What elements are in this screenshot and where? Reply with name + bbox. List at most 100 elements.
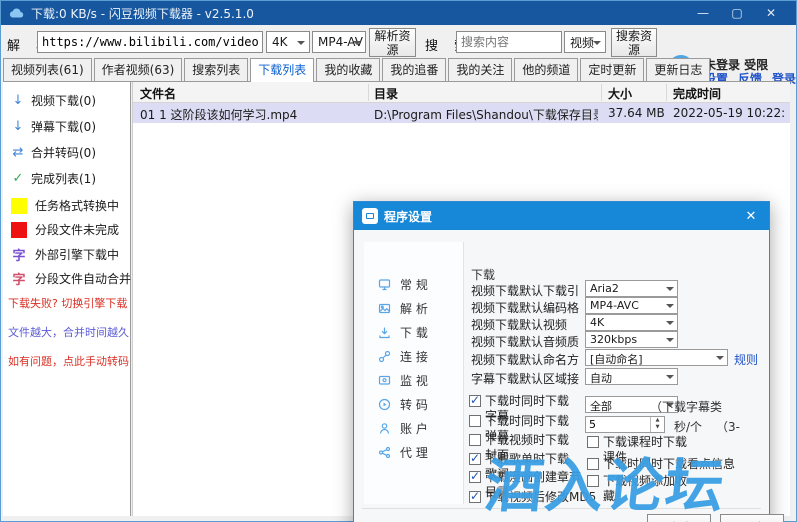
menu-item-connection[interactable]: 连 接 bbox=[378, 348, 428, 365]
download-arrow-icon: ↓ bbox=[11, 93, 25, 108]
subtitle-region-select[interactable]: 自动 bbox=[585, 368, 678, 385]
cancel-button[interactable]: 取消 bbox=[720, 514, 784, 522]
danmaku-interval-stepper[interactable]: ▲▼ bbox=[585, 416, 665, 433]
cell-finished-time: 2022-05-19 10:22: bbox=[673, 106, 791, 120]
transfer-arrows-icon: ⇄ bbox=[11, 145, 25, 160]
sidebar-item-merge-transcode[interactable]: ⇄ 合并转码(0) bbox=[11, 144, 96, 161]
tab-scheduled-update[interactable]: 定时更新 bbox=[580, 58, 644, 81]
menu-item-account[interactable]: 账 户 bbox=[378, 420, 428, 437]
dialog-footer-divider bbox=[362, 508, 761, 509]
close-button[interactable]: ✕ bbox=[754, 6, 788, 20]
minimize-button[interactable]: — bbox=[686, 6, 720, 20]
video-quality-select[interactable]: 4K bbox=[585, 314, 678, 331]
col-directory[interactable]: 目录 bbox=[374, 85, 398, 102]
field-label-naming: 视频下载默认命名方 bbox=[471, 351, 583, 368]
title-bar: 下载:0 KB/s - 闪豆视频下载器 - v2.5.1.0 — ▢ ✕ bbox=[1, 1, 796, 25]
tab-changelog[interactable]: 更新日志 bbox=[646, 58, 710, 81]
menu-item-proxy[interactable]: 代 理 bbox=[378, 444, 428, 461]
field-label-video-quality: 视频下载默认视频 bbox=[471, 316, 583, 333]
quality-select[interactable]: 4K bbox=[266, 31, 310, 53]
legend-segment-incomplete: 分段文件未完成 bbox=[11, 221, 119, 238]
search-resource-button[interactable]: 搜索资源 bbox=[611, 28, 657, 57]
maximize-button[interactable]: ▢ bbox=[720, 6, 754, 20]
codec-select[interactable]: MP4-AVC bbox=[585, 297, 678, 314]
naming-combo[interactable]: [自动命名] bbox=[585, 349, 728, 366]
menu-item-general[interactable]: 常 规 bbox=[378, 276, 428, 293]
engine-select[interactable]: Aria2 bbox=[585, 280, 678, 297]
tab-my-bangumi[interactable]: 我的追番 bbox=[382, 58, 446, 81]
stepper-arrows-icon[interactable]: ▲▼ bbox=[650, 417, 664, 432]
settings-dialog: 程序设置 ✕ 常 规 解 析 下 载 连 接 监 视 bbox=[353, 201, 770, 522]
sidebar: ↓ 视频下载(0) ↓ 弹幕下载(0) ⇄ 合并转码(0) ✓ 完成列表(1) … bbox=[3, 82, 131, 516]
download-arrow-icon: ↓ bbox=[11, 119, 25, 134]
parse-resource-button[interactable]: 解析资源 bbox=[369, 28, 416, 57]
transcode-icon bbox=[378, 398, 391, 411]
dialog-title-bar: 程序设置 ✕ bbox=[354, 202, 769, 230]
checkbox-icon bbox=[469, 491, 481, 503]
search-input[interactable] bbox=[456, 31, 562, 53]
tab-his-channel[interactable]: 他的频道 bbox=[514, 58, 578, 81]
checkbox-icon bbox=[587, 475, 599, 487]
sidebar-item-completed-list[interactable]: ✓ 完成列表(1) bbox=[11, 170, 96, 187]
col-size[interactable]: 大小 bbox=[608, 85, 632, 102]
checkbox-icon bbox=[469, 415, 481, 427]
naming-rule-link[interactable]: 规则 bbox=[734, 351, 758, 368]
format-select[interactable]: MP4-AV bbox=[312, 31, 366, 53]
note-merge-time: 文件越大，合并时间越久 bbox=[8, 324, 129, 340]
settings-menu: 常 规 解 析 下 载 连 接 监 视 转 码 bbox=[364, 242, 464, 504]
field-label-audio-quality: 视频下载默认音频质 bbox=[471, 333, 583, 350]
audio-quality-select[interactable]: 320kbps bbox=[585, 331, 678, 348]
checkbox-download-highlight-info[interactable]: 下载时同时下载看点信息 bbox=[587, 457, 767, 472]
checkbox-icon bbox=[469, 395, 481, 407]
checkbox-icon bbox=[469, 453, 481, 465]
parse-icon bbox=[378, 302, 391, 315]
connection-icon bbox=[378, 350, 391, 363]
window-title: 下载:0 KB/s - 闪豆视频下载器 - v2.5.1.0 bbox=[31, 5, 686, 22]
red-char-icon: 字 bbox=[11, 269, 27, 288]
app-logo-cloud-icon bbox=[9, 6, 25, 20]
tab-search-list[interactable]: 搜索列表 bbox=[184, 58, 248, 81]
tab-download-list[interactable]: 下载列表 bbox=[250, 58, 314, 82]
sidebar-item-danmaku-download[interactable]: ↓ 弹幕下载(0) bbox=[11, 118, 96, 135]
checkbox-icon bbox=[469, 471, 481, 483]
table-row[interactable]: 01 1 这阶段该如何学习.mp4 D:\Program Files\Shand… bbox=[133, 103, 790, 123]
danmaku-interval-input[interactable] bbox=[586, 417, 648, 432]
note-switch-engine[interactable]: 下载失败? 切换引擎下载 bbox=[8, 295, 127, 311]
red-swatch-icon bbox=[11, 222, 27, 238]
url-input[interactable] bbox=[37, 31, 263, 53]
sidebar-item-video-download[interactable]: ↓ 视频下载(0) bbox=[11, 92, 96, 109]
checkbox-icon bbox=[469, 434, 481, 446]
menu-item-transcode[interactable]: 转 码 bbox=[378, 396, 428, 413]
checkbox-icon bbox=[587, 436, 599, 448]
account-icon bbox=[378, 422, 391, 435]
yellow-swatch-icon bbox=[11, 198, 27, 214]
download-icon bbox=[378, 326, 391, 339]
menu-item-monitor[interactable]: 监 视 bbox=[378, 372, 428, 389]
legend-auto-merge: 字 分段文件自动合并 bbox=[11, 269, 131, 288]
dialog-app-icon bbox=[362, 208, 378, 224]
col-filename[interactable]: 文件名 bbox=[140, 85, 176, 102]
confirm-button[interactable]: 确认 bbox=[647, 514, 711, 522]
subtitle-type-note: （下载字幕类 bbox=[650, 398, 722, 415]
tab-author-videos[interactable]: 作者视频(63) bbox=[94, 58, 183, 81]
menu-item-download[interactable]: 下 载 bbox=[378, 324, 428, 341]
danmaku-range-note: （3- bbox=[716, 418, 740, 435]
table-header: 文件名 目录 大小 完成时间 bbox=[133, 82, 790, 103]
menu-item-parse[interactable]: 解 析 bbox=[378, 300, 428, 317]
toolbar: 解 析 4K MP4-AV 解析资源 搜 索 视频 搜索资源 未登录 受限 设置… bbox=[1, 25, 796, 61]
purple-char-icon: 字 bbox=[11, 245, 27, 264]
tab-my-favorites[interactable]: 我的收藏 bbox=[316, 58, 380, 81]
checkbox-add-favorite[interactable]: 下载视频添加收藏 bbox=[587, 474, 695, 504]
legend-format-converting: 任务格式转换中 bbox=[11, 197, 119, 214]
cell-filename: 01 1 这阶段该如何学习.mp4 bbox=[140, 106, 364, 123]
search-type-select[interactable]: 视频 bbox=[564, 31, 606, 53]
app-window: 下载:0 KB/s - 闪豆视频下载器 - v2.5.1.0 — ▢ ✕ 解 析… bbox=[0, 0, 797, 522]
tab-my-follows[interactable]: 我的关注 bbox=[448, 58, 512, 81]
note-manual-transcode[interactable]: 如有问题，点此手动转码 bbox=[8, 353, 129, 369]
dialog-close-icon[interactable]: ✕ bbox=[741, 209, 761, 224]
tab-bar: 视频列表(61) 作者视频(63) 搜索列表 下载列表 我的收藏 我的追番 我的… bbox=[3, 61, 794, 82]
tab-video-list[interactable]: 视频列表(61) bbox=[3, 58, 92, 81]
group-label-download: 下载 bbox=[471, 266, 495, 283]
check-icon: ✓ bbox=[11, 171, 25, 186]
col-finished-time[interactable]: 完成时间 bbox=[673, 85, 721, 102]
